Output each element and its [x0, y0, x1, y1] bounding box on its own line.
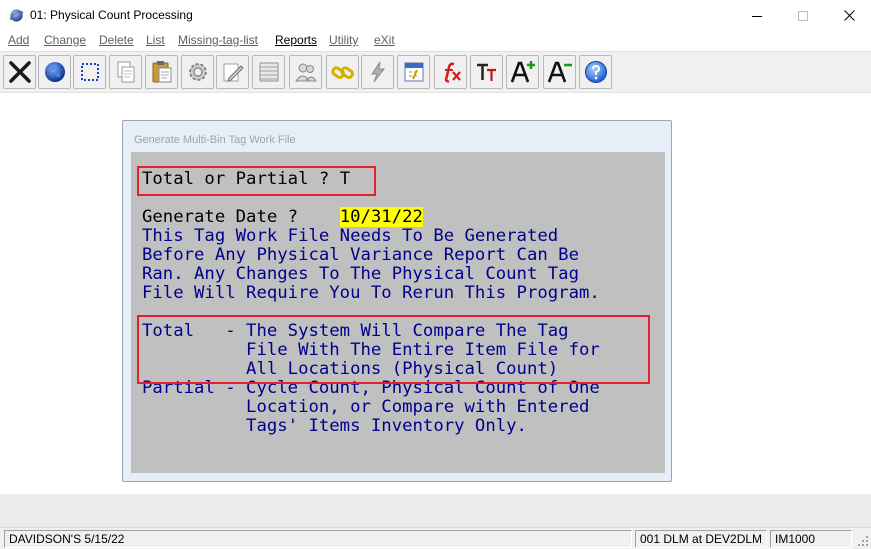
info-line: File Will Require You To Rerun This Prog…	[142, 283, 600, 303]
close-button[interactable]	[826, 0, 871, 31]
menu-reports[interactable]: Reports	[275, 33, 317, 47]
toolbar-font-increase-button[interactable]	[506, 55, 539, 89]
menu-missing-tag-list[interactable]: Missing-tag-list	[178, 33, 258, 47]
toolbar-text-size-button[interactable]	[470, 55, 503, 89]
maximize-button[interactable]	[780, 0, 826, 31]
info-line: This Tag Work File Needs To Be Generated	[142, 226, 559, 246]
font-decrease-icon	[547, 61, 572, 83]
generate-tag-dialog: Generate Multi-Bin Tag Work File Total o…	[122, 120, 672, 482]
toolbar-calendar-button[interactable]	[397, 55, 430, 89]
title-bar: 01: Physical Count Processing	[0, 0, 871, 31]
toolbar-list-button[interactable]	[252, 55, 285, 89]
toolbar-copy-button[interactable]	[109, 55, 142, 89]
prompt-highlight-box	[137, 166, 376, 196]
terminal-panel: Total or Partial ? T Generate Date ? 10/…	[131, 152, 665, 473]
toolbar-paste-button[interactable]	[145, 55, 178, 89]
toolbar-exit-button[interactable]	[3, 55, 36, 89]
text-size-icon	[476, 63, 496, 81]
date-label: Generate Date ?	[142, 207, 340, 227]
toolbar-link-button[interactable]	[326, 55, 359, 89]
toolbar-users-button[interactable]	[289, 55, 322, 89]
link-icon	[330, 66, 354, 80]
toolbar-function-button[interactable]	[434, 55, 467, 89]
status-area	[0, 494, 871, 527]
globe-icon	[44, 62, 65, 82]
app-globe-icon	[9, 9, 24, 22]
toolbar-select-button[interactable]	[73, 55, 106, 89]
toolbar-help-button[interactable]	[579, 55, 612, 89]
toolbar-edit-button[interactable]	[216, 55, 249, 89]
toolbar-font-decrease-button[interactable]	[543, 55, 576, 89]
menu-exit[interactable]: eXit	[374, 33, 395, 47]
lightning-icon	[370, 61, 385, 83]
toolbar-lightning-button[interactable]	[361, 55, 394, 89]
copy-icon	[117, 61, 134, 83]
menu-list[interactable]: List	[146, 33, 165, 47]
status-user-location: 001 DLM at DEV2DLM	[635, 530, 767, 548]
maximize-icon	[798, 10, 808, 21]
gear-icon	[188, 63, 207, 81]
list-icon	[259, 62, 278, 82]
partial-description-line: Location, or Compare with Entered	[142, 397, 590, 417]
partial-description-line: Tags' Items Inventory Only.	[142, 416, 527, 436]
menu-delete[interactable]: Delete	[99, 33, 134, 47]
status-bar: DAVIDSON'S 5/15/22 001 DLM at DEV2DLM IM…	[0, 527, 871, 549]
users-icon	[294, 63, 317, 82]
toolbar-globe-button[interactable]	[38, 55, 71, 89]
minimize-button[interactable]	[734, 0, 780, 31]
close-icon	[843, 10, 855, 21]
main-area: Generate Multi-Bin Tag Work File Total o…	[0, 94, 871, 494]
font-increase-icon	[510, 61, 535, 83]
toolbar-settings-button[interactable]	[181, 55, 214, 89]
status-program-id: IM1000	[770, 530, 852, 548]
paste-icon	[152, 61, 171, 83]
info-line: Before Any Physical Variance Report Can …	[142, 245, 579, 265]
toolbar	[0, 51, 871, 93]
generate-date-prompt: Generate Date ? 10/31/22	[142, 207, 423, 227]
select-icon	[80, 63, 99, 81]
minimize-icon	[752, 16, 762, 17]
status-company: DAVIDSON'S 5/15/22	[4, 530, 632, 548]
edit-icon	[223, 63, 244, 82]
calendar-icon	[404, 62, 423, 82]
dialog-title: Generate Multi-Bin Tag Work File	[134, 134, 296, 146]
menu-utility[interactable]: Utility	[329, 33, 358, 47]
total-highlight-box	[137, 315, 650, 384]
help-icon	[584, 61, 607, 83]
function-icon	[444, 62, 461, 83]
menu-change[interactable]: Change	[44, 33, 86, 47]
window-title: 01: Physical Count Processing	[30, 8, 193, 22]
exit-icon	[8, 61, 31, 83]
menu-add[interactable]: Add	[8, 33, 29, 47]
generate-date-input[interactable]: 10/31/22	[339, 207, 423, 227]
menu-bar: Add Change Delete List Missing-tag-list …	[0, 31, 871, 51]
info-line: Ran. Any Changes To The Physical Count T…	[142, 264, 579, 284]
resize-grip-icon[interactable]	[857, 535, 869, 547]
